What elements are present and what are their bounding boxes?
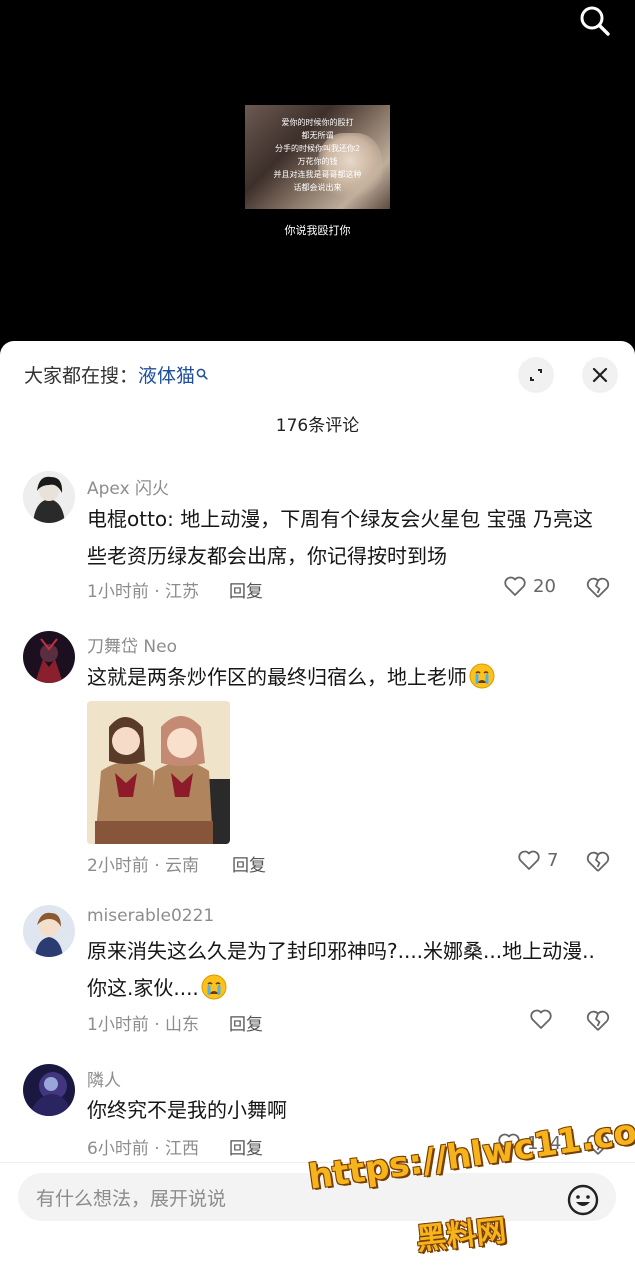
close-icon bbox=[592, 367, 608, 383]
hot-search[interactable]: 大家都在搜：液体猫 bbox=[24, 361, 208, 388]
hot-search-keyword[interactable]: 液体猫 bbox=[138, 365, 195, 387]
crying-emoji-icon bbox=[201, 974, 227, 1012]
dislike-button[interactable] bbox=[585, 576, 611, 600]
broken-heart-icon bbox=[586, 577, 610, 598]
comment-time-location: 2小时前 · 云南 bbox=[87, 856, 200, 876]
avatar[interactable] bbox=[23, 471, 75, 523]
comment-count: 176条评论 bbox=[275, 416, 360, 436]
video-frame: 爱你的时候你的殴打 都无所谓 分手的时候你叫我还你2 万花你的钱 并且对连我是哥… bbox=[245, 105, 390, 209]
search-icon[interactable] bbox=[576, 2, 614, 40]
comment-username[interactable]: 隣人 bbox=[87, 1066, 121, 1091]
overlay-line: 话都会说出来 bbox=[293, 183, 342, 192]
search-icon bbox=[196, 363, 208, 385]
expand-icon bbox=[530, 369, 542, 381]
comment-image[interactable] bbox=[87, 701, 230, 844]
reply-button[interactable]: 回复 bbox=[229, 1134, 263, 1159]
watermark: https://hlwc11.com 黑料网 bbox=[306, 1107, 635, 1268]
dislike-button[interactable] bbox=[585, 850, 611, 874]
overlay-line: 并且对连我是哥哥都这种 bbox=[273, 170, 362, 179]
broken-heart-icon bbox=[586, 1010, 610, 1031]
like-button[interactable]: 20 bbox=[503, 575, 556, 597]
comment-time-location: 6小时前 · 江西 bbox=[87, 1139, 200, 1159]
comment-username[interactable]: 刀舞岱 Neo bbox=[87, 632, 177, 657]
comment-time-location: 1小时前 · 江苏 bbox=[87, 582, 200, 602]
dislike-button[interactable] bbox=[585, 1009, 611, 1033]
crying-emoji-icon bbox=[469, 663, 495, 701]
heart-icon bbox=[504, 576, 526, 596]
comment-text: 这就是两条炒作区的最终归宿么，地上老师 bbox=[87, 659, 607, 701]
comment-text: 电棍otto: 地上动漫，下周有个绿友会火星包 宝强 乃亮这些老资历绿友都会出席… bbox=[87, 507, 593, 568]
reply-button[interactable]: 回复 bbox=[229, 1010, 263, 1035]
broken-heart-icon bbox=[586, 851, 610, 872]
reply-button[interactable]: 回复 bbox=[232, 851, 266, 876]
like-count: 7 bbox=[547, 849, 559, 871]
overlay-line: 万花你的钱 bbox=[297, 157, 338, 166]
like-count: 20 bbox=[533, 575, 556, 597]
expand-button[interactable] bbox=[518, 357, 554, 393]
comment-username[interactable]: miserable0221 bbox=[87, 906, 214, 926]
comment-time-location: 1小时前 · 山东 bbox=[87, 1015, 200, 1035]
like-button[interactable]: 7 bbox=[517, 849, 558, 871]
overlay-line: 都无所谓 bbox=[301, 131, 334, 140]
like-button[interactable] bbox=[529, 1008, 559, 1030]
reply-button[interactable]: 回复 bbox=[229, 577, 263, 602]
comment-text-content: 原来消失这么久是为了封印邪神吗?....米娜桑...地上动漫..你这.家伙...… bbox=[87, 939, 595, 1000]
heart-icon bbox=[530, 1009, 552, 1029]
close-button[interactable] bbox=[582, 357, 618, 393]
avatar[interactable] bbox=[23, 631, 75, 683]
hot-search-prefix: 大家都在搜： bbox=[24, 365, 139, 387]
watermark-label: 黑料网 bbox=[414, 1213, 508, 1258]
comment-text: 你终究不是我的小舞啊 bbox=[87, 1098, 287, 1122]
video-caption: 你说我殴打你 bbox=[284, 224, 351, 237]
comment-input-placeholder: 有什么想法，展开说说 bbox=[36, 1187, 227, 1210]
comment-text: 原来消失这么久是为了封印邪神吗?....米娜桑...地上动漫..你这.家伙...… bbox=[87, 933, 607, 1012]
heart-icon bbox=[518, 850, 540, 870]
overlay-line: 分手的时候你叫我还你2 bbox=[274, 144, 361, 153]
avatar[interactable] bbox=[23, 905, 75, 957]
comment-username[interactable]: Apex 闪火 bbox=[87, 474, 169, 499]
comment-text-content: 这就是两条炒作区的最终归宿么，地上老师 bbox=[87, 665, 467, 689]
video-player[interactable]: 爱你的时候你的殴打 都无所谓 分手的时候你叫我还你2 万花你的钱 并且对连我是哥… bbox=[0, 0, 635, 345]
overlay-line: 爱你的时候你的殴打 bbox=[281, 118, 354, 127]
avatar[interactable] bbox=[23, 1064, 75, 1116]
